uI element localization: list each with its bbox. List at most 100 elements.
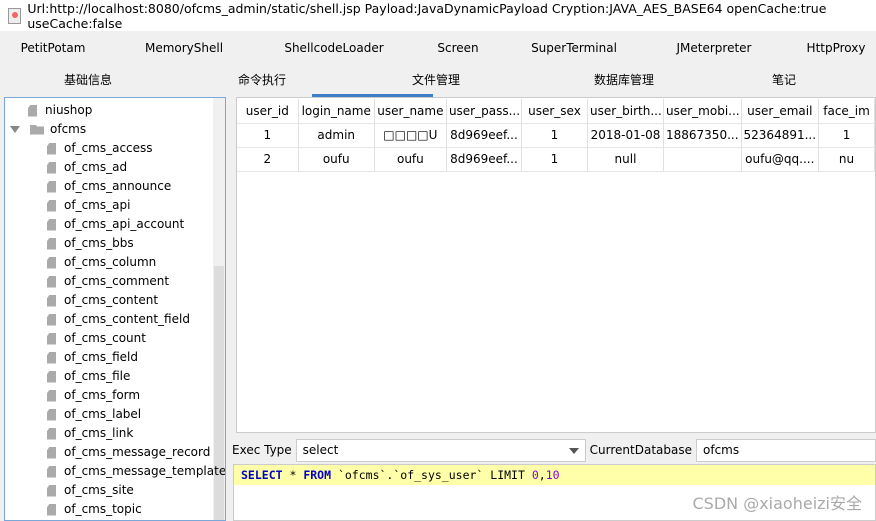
file-icon xyxy=(47,332,56,345)
tree-label: of_cms_field xyxy=(64,350,138,364)
table-cell[interactable]: 1 xyxy=(818,123,875,148)
tree-table[interactable]: of_cms_message_template xyxy=(47,462,226,481)
column-header[interactable]: user_birth... xyxy=(587,99,664,124)
table-cell[interactable] xyxy=(663,147,742,172)
table-cell[interactable]: 2018-01-08 xyxy=(587,123,664,148)
file-icon xyxy=(47,370,56,383)
table-cell[interactable]: 2 xyxy=(237,147,299,172)
tab-1[interactable]: 命令执行 xyxy=(238,68,286,92)
tree-table[interactable]: of_cms_topic xyxy=(47,500,142,519)
plugin-tab[interactable]: Screen xyxy=(437,36,478,60)
column-header[interactable]: face_im xyxy=(818,99,875,124)
result-table-container: user_id login_name user_name user_pass... us… xyxy=(236,97,876,433)
tree-table[interactable]: of_cms_bbs xyxy=(47,234,134,253)
file-icon xyxy=(47,275,56,288)
file-icon xyxy=(47,294,56,307)
exec-type-select[interactable]: select xyxy=(295,438,586,462)
sql-keyword: SELECT xyxy=(241,468,283,482)
result-table: user_id login_name user_name user_pass... us… xyxy=(237,99,875,172)
tree-database[interactable]: niushop xyxy=(28,101,92,120)
column-header[interactable]: user_sex xyxy=(521,99,589,124)
watermark: CSDN @xiaoheizi安全 xyxy=(692,494,863,513)
table-cell[interactable]: nu xyxy=(818,147,875,172)
tab-4[interactable]: 笔记 xyxy=(772,68,796,92)
plugin-tab[interactable]: SuperTerminal xyxy=(531,36,617,60)
plugin-tab[interactable]: PetitPotam xyxy=(21,36,86,60)
table-cell[interactable]: 1 xyxy=(237,123,299,148)
table-cell[interactable]: admin xyxy=(298,123,375,148)
table-header-row: user_id login_name user_name user_pass... us… xyxy=(237,99,875,124)
expand-arrow-icon[interactable] xyxy=(10,126,20,133)
table-cell[interactable]: null xyxy=(587,147,664,172)
tree-table[interactable]: of_cms_label xyxy=(47,405,141,424)
tree-label: of_cms_topic xyxy=(64,502,142,516)
tree-table[interactable]: of_cms_form xyxy=(47,386,140,405)
tree-label: of_cms_content_field xyxy=(64,312,190,326)
current-database-label: CurrentDatabase xyxy=(589,443,692,457)
tree-label: of_cms_api xyxy=(64,198,131,212)
tree-table[interactable]: of_cms_link xyxy=(47,424,133,443)
table-cell[interactable]: 52364891... xyxy=(741,123,820,148)
tree-table[interactable]: of_cms_count xyxy=(47,329,146,348)
tree-table[interactable]: of_cms_comment xyxy=(47,272,169,291)
tree-table[interactable]: of_cms_ad xyxy=(47,158,127,177)
scrollbar-thumb[interactable] xyxy=(214,266,224,520)
tree-label: of_cms_file xyxy=(64,369,131,383)
table-cell[interactable]: oufu xyxy=(298,147,375,172)
tab-3[interactable]: 数据库管理 xyxy=(594,68,654,92)
tree-table[interactable]: of_cms_content xyxy=(47,291,158,310)
column-header[interactable]: user_id xyxy=(237,99,299,124)
file-icon xyxy=(47,180,56,193)
tree-table[interactable]: of_cms_announce xyxy=(47,177,171,196)
plugin-tab[interactable]: JMeterpreter xyxy=(677,36,752,60)
tab-2[interactable]: 文件管理 xyxy=(412,68,460,92)
tree-table[interactable]: of_cms_field xyxy=(47,348,138,367)
column-header[interactable]: login_name xyxy=(298,99,375,124)
tree-table[interactable]: of_cms_api xyxy=(47,196,130,215)
sql-number: 0 xyxy=(531,468,539,482)
plugin-tab[interactable]: MemoryShell xyxy=(145,36,223,60)
tree-database[interactable]: ofcms xyxy=(10,120,86,139)
tree-label: of_cms_form xyxy=(64,388,141,402)
tree-table[interactable]: of_cms_access xyxy=(47,139,153,158)
file-icon xyxy=(47,218,56,231)
tab-0[interactable]: 基础信息 xyxy=(64,68,112,92)
current-database-input[interactable]: ofcms xyxy=(696,438,876,462)
column-header[interactable]: user_email xyxy=(741,99,820,124)
tree-label: niushop xyxy=(45,103,93,117)
table-row[interactable]: 1 admin □□□□U 8d969eef... 1 2018-01-08 1886735… xyxy=(237,123,875,148)
tree-label: of_cms_message_template xyxy=(64,464,226,478)
chevron-down-icon xyxy=(568,447,579,454)
tree-label: of_cms_link xyxy=(64,426,134,440)
column-header[interactable]: user_mobi... xyxy=(663,99,742,124)
window-titlebar: Url:http://localhost:8080/ofcms_admin/st… xyxy=(0,0,876,31)
table-cell[interactable]: 8d969eef... xyxy=(446,147,522,172)
column-header[interactable]: user_pass... xyxy=(446,99,522,124)
tree-table[interactable]: of_cms_file xyxy=(47,367,130,386)
tree-table[interactable]: of_cms_content_field xyxy=(47,310,190,329)
table-cell[interactable]: oufu xyxy=(374,147,447,172)
table-cell[interactable]: 8d969eef... xyxy=(446,123,522,148)
table-cell[interactable]: □□□□U xyxy=(374,123,447,148)
plugin-tabs: PetitPotam MemoryShell ShellcodeLoader Scre… xyxy=(0,36,876,60)
column-header[interactable]: user_name xyxy=(374,99,447,124)
tree-label: of_cms_count xyxy=(64,331,146,345)
tree-table[interactable]: of_cms_column xyxy=(47,253,156,272)
file-icon xyxy=(28,104,37,117)
plugin-tab[interactable]: ShellcodeLoader xyxy=(284,36,383,60)
table-row[interactable]: 2 oufu oufu 8d969eef... 1 null oufu@qq.... nu xyxy=(237,147,875,172)
java-app-icon xyxy=(8,7,22,24)
table-cell[interactable]: 18867350... xyxy=(663,123,742,148)
file-icon xyxy=(47,389,56,402)
tree-scrollbar[interactable] xyxy=(213,98,225,520)
file-icon xyxy=(47,408,56,421)
table-cell[interactable]: 1 xyxy=(521,123,589,148)
tree-table[interactable]: of_cms_site xyxy=(47,481,134,500)
tree-table[interactable]: of_cms_api_account xyxy=(47,215,184,234)
table-cell[interactable]: 1 xyxy=(521,147,589,172)
tree-table[interactable]: of_cms_message_record xyxy=(47,443,210,462)
plugin-tab[interactable]: HttpProxy xyxy=(807,36,866,60)
tree-label: of_cms_announce xyxy=(64,179,172,193)
exec-type-label: Exec Type xyxy=(232,443,292,457)
table-cell[interactable]: oufu@qq.... xyxy=(741,147,820,172)
